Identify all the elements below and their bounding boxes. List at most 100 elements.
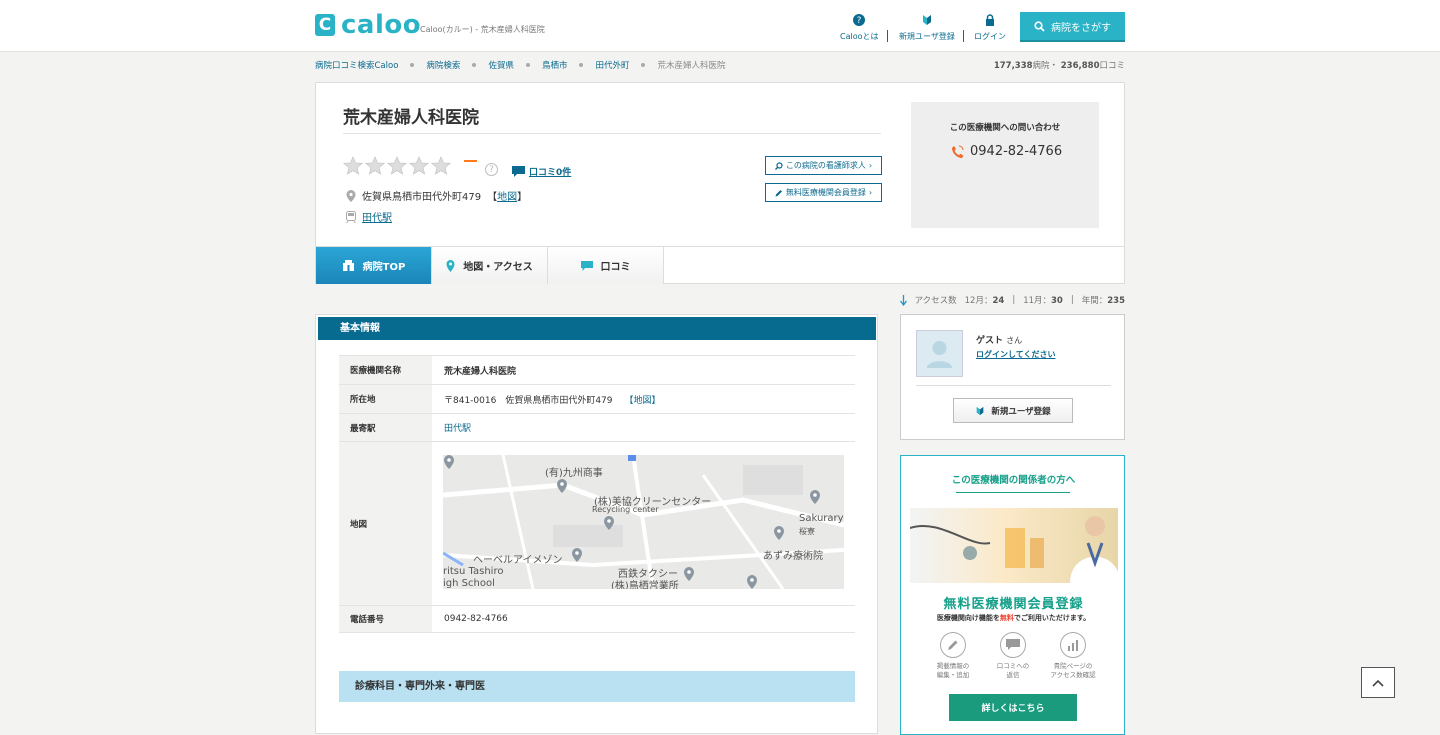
lock-icon — [986, 14, 994, 26]
basic-info-panel: 基本情報 医療機関名称 荒木産婦人科医院 所在地 〒841-0016 佐賀県鳥栖… — [315, 314, 878, 734]
station-value-link[interactable]: 田代駅 — [444, 421, 471, 434]
specialties-heading: 診療科目・専門外来・専門医 — [339, 671, 855, 702]
contact-title: この医療機関への問い合わせ — [949, 123, 1061, 133]
question-icon: ? — [853, 14, 866, 26]
hospital-name: 荒木産婦人科医院 — [343, 108, 479, 128]
doctor-illustration — [910, 516, 1118, 583]
nav-about[interactable]: ? Calooとは — [840, 14, 879, 42]
breadcrumb-item[interactable]: 佐賀県 — [488, 59, 514, 71]
nav-separator — [887, 30, 888, 42]
divider — [956, 492, 1070, 493]
beginner-icon — [976, 406, 984, 415]
promo-subtitle: 医療機関向け機能を無料でご利用いただけます。 — [936, 614, 1091, 622]
map-label: ヘーベルアイメゾン — [473, 555, 563, 566]
review-count-unit: 口コミ — [1099, 61, 1125, 71]
beginner-icon — [922, 15, 931, 25]
edit-icon — [940, 632, 966, 658]
chevron-up-icon — [1372, 679, 1384, 687]
hospital-icon — [342, 260, 354, 271]
arrow-down-icon — [899, 294, 907, 306]
nav-about-label: Calooとは — [840, 32, 879, 41]
info-value: 0942-82-4766 — [444, 614, 508, 624]
divider — [916, 385, 1111, 386]
breadcrumb-item[interactable]: 田代外町 — [595, 59, 629, 71]
member-register-button[interactable]: 無料医療機関会員登録 › — [765, 183, 882, 202]
address-text: 佐賀県鳥栖市田代外町479 — [362, 192, 482, 203]
tab-map-access-label: 地図・アクセス — [463, 262, 533, 273]
nurse-jobs-button[interactable]: この病院の看護師求人 › — [765, 156, 882, 175]
info-row-phone: 電話番号 0942-82-4766 — [339, 605, 855, 633]
map-marker-icon — [557, 479, 567, 493]
map-marker-icon — [572, 548, 582, 562]
breadcrumb-item[interactable]: 鳥栖市 — [542, 59, 568, 71]
hospital-address: 佐賀県鳥栖市田代外町479 【地図】 — [346, 188, 527, 203]
nav-separator — [963, 30, 964, 42]
nav-login[interactable]: ログイン — [974, 14, 1006, 42]
hospital-tabs: 病院TOP 地図・アクセス 口コミ — [315, 246, 1125, 284]
breadcrumb-separator — [525, 63, 530, 67]
scroll-to-top-button[interactable] — [1361, 667, 1395, 698]
map-label: Recycling center — [592, 505, 659, 514]
tab-reviews[interactable]: 口コミ — [548, 247, 664, 284]
star-icon — [343, 156, 363, 175]
bar-chart-icon — [1060, 632, 1086, 658]
info-label: 最寄駅 — [339, 414, 432, 441]
breadcrumb-separator — [579, 63, 584, 67]
feature-edit: 掲載情報の 編集・追加 — [928, 632, 978, 680]
address-map-link[interactable]: 【地図】 — [625, 393, 661, 406]
rating-empty-dash — [464, 160, 477, 162]
breadcrumb-item[interactable]: 病院検索 — [426, 59, 460, 71]
map-pin-icon — [346, 189, 356, 202]
map-label: あずみ療術院 — [763, 551, 823, 562]
site-header: C caloo Caloo(カルー) - 荒木産婦人科医院 ? Calooとは … — [0, 0, 1440, 52]
info-label: 所在地 — [339, 385, 432, 413]
promo-title: この医療機関の関係者の方へ — [951, 475, 1076, 486]
info-row-station: 最寄駅 田代駅 — [339, 413, 855, 441]
rating-stars — [343, 156, 451, 176]
rating-help-icon[interactable]: ? — [485, 163, 498, 176]
access-year: 年間：235 — [1081, 296, 1125, 306]
review-count-link[interactable]: 口コミ0件 — [512, 165, 571, 178]
embedded-map[interactable]: (有)九州商事 (株)美協クリーンセンター Recycling center S… — [443, 455, 844, 589]
station-link[interactable]: 田代駅 — [362, 209, 392, 224]
hospital-station: 田代駅 — [346, 209, 392, 224]
info-label: 地図 — [339, 442, 432, 605]
review-count-label: 口コミ0件 — [529, 168, 572, 178]
phone-icon — [952, 145, 964, 158]
access-nov: 11月：30 — [1023, 296, 1063, 306]
search-icon — [1034, 20, 1045, 32]
map-marker-icon — [810, 490, 820, 504]
info-value: 荒木産婦人科医院 — [444, 366, 517, 377]
info-label: 医療機関名称 — [339, 356, 432, 384]
breadcrumb-item[interactable]: 病院口コミ検索Caloo — [315, 59, 398, 71]
login-link[interactable]: ログインしてください — [976, 349, 1056, 360]
breadcrumb-current: 荒木産婦人科医院 — [657, 61, 726, 71]
contact-box: この医療機関への問い合わせ 0942-82-4766 — [911, 102, 1099, 228]
train-icon — [346, 210, 356, 223]
breadcrumb-separator — [472, 63, 477, 67]
search-hospital-button[interactable]: 病院をさがす — [1020, 12, 1125, 42]
map-marker-icon — [774, 526, 784, 540]
logo-text: caloo — [341, 10, 422, 40]
nav-register[interactable]: 新規ユーザ登録 — [899, 14, 955, 42]
access-dec: 12月：24 — [964, 296, 1005, 306]
tab-map-access[interactable]: 地図・アクセス — [432, 247, 548, 284]
info-row-address: 所在地 〒841-0016 佐賀県鳥栖市田代外町479 【地図】 — [339, 384, 855, 413]
phone-number: 0942-82-4766 — [970, 144, 1063, 159]
doctor-photo — [910, 508, 1118, 583]
star-icon — [365, 156, 385, 175]
search-hospital-label: 病院をさがす — [1051, 22, 1111, 34]
access-sep: | — [1070, 295, 1074, 305]
site-logo[interactable]: C caloo — [315, 10, 422, 40]
tab-hospital-top[interactable]: 病院TOP — [316, 247, 432, 284]
guest-panel: ゲスト さん ログインしてください 新規ユーザ登録 — [900, 314, 1125, 440]
nav-login-label: ログイン — [974, 32, 1006, 41]
breadcrumb-separator — [410, 63, 415, 67]
map-link[interactable]: 地図 — [497, 192, 517, 203]
contact-phone[interactable]: 0942-82-4766 — [951, 144, 1062, 159]
promo-details-button[interactable]: 詳しくはこちら — [949, 694, 1077, 721]
address-value: 〒841-0016 佐賀県鳥栖市田代外町479 — [444, 395, 613, 406]
hospital-count-unit: 病院・ — [1032, 61, 1059, 71]
new-user-register-button[interactable]: 新規ユーザ登録 — [953, 398, 1073, 423]
speech-bubble-icon — [580, 260, 593, 271]
